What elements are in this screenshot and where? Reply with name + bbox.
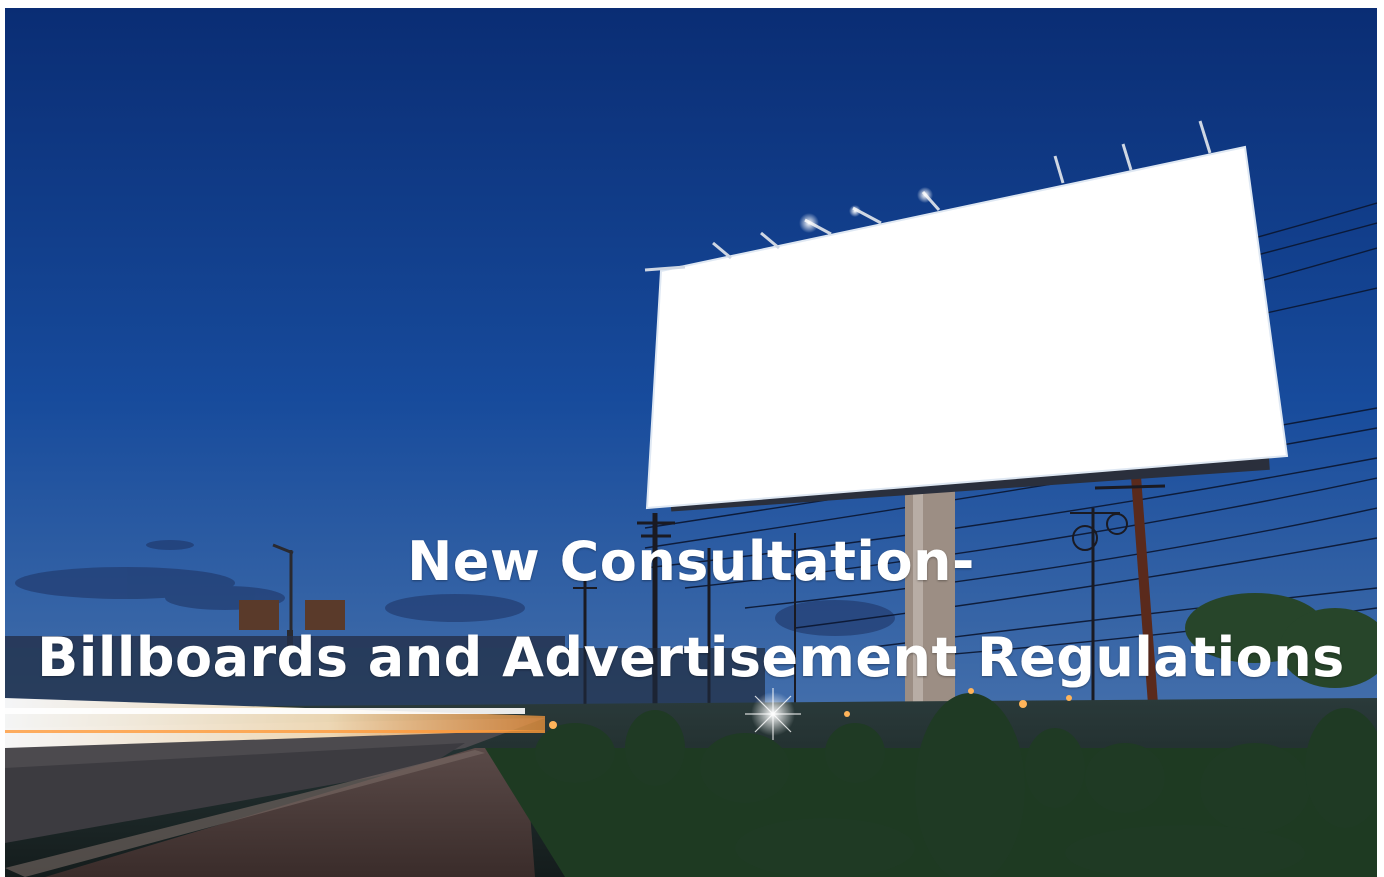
hero-image: New Consultation- Billboards and Adverti… — [5, 8, 1377, 877]
billboard-photo — [5, 8, 1377, 877]
headline-line-2: Billboards and Advertisement Regulations — [37, 626, 1345, 689]
headline-line-1: New Consultation- — [407, 530, 975, 593]
